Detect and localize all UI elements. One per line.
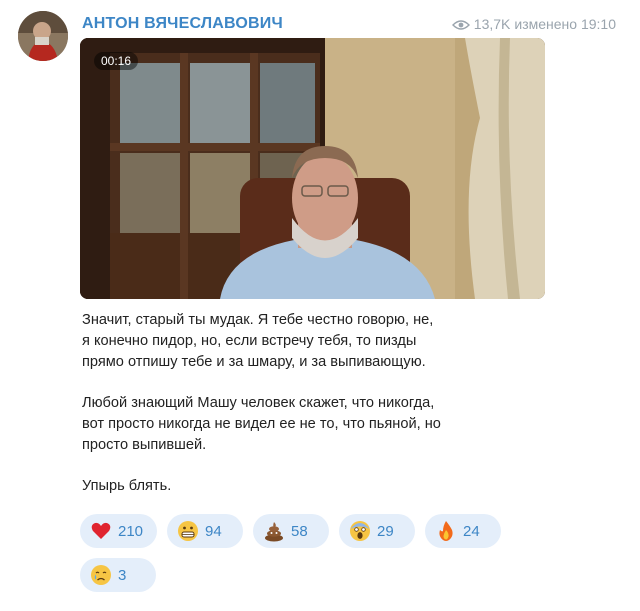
reaction-count: 29: [377, 522, 394, 540]
screaming-face-icon: [349, 520, 371, 542]
reaction-screaming[interactable]: 29: [339, 514, 416, 548]
fire-icon: [435, 520, 457, 542]
video-duration: 00:16: [94, 52, 139, 70]
reaction-count: 94: [205, 522, 222, 540]
channel-post: АНТОН ВЯЧЕСЛАВОВИЧ 13,7K изменено 19:10: [0, 0, 640, 611]
views-count: 13,7K: [473, 16, 511, 32]
author-name[interactable]: АНТОН ВЯЧЕСЛАВОВИЧ: [82, 15, 283, 33]
eye-icon: [451, 18, 470, 30]
avatar[interactable]: [18, 11, 68, 61]
reaction-fire[interactable]: 24: [425, 514, 502, 548]
reaction-count: 24: [463, 522, 480, 540]
poop-icon: [263, 520, 285, 542]
heart-icon: [90, 520, 112, 542]
video-player[interactable]: 00:16: [80, 38, 545, 299]
post-meta: 13,7K изменено 19:10: [451, 16, 616, 32]
reaction-heart[interactable]: 210: [80, 514, 158, 548]
grinning-face-icon: [177, 520, 199, 542]
reaction-count: 3: [118, 566, 127, 584]
message-bubble: АНТОН ВЯЧЕСЛАВОВИЧ 13,7K изменено 19:10: [72, 4, 628, 606]
reactions-bar: 210 94 58 29 24 3: [80, 514, 550, 592]
reaction-count: 58: [291, 522, 308, 540]
reaction-grinning[interactable]: 94: [167, 514, 244, 548]
paragraph: Любой знающий Машу человек скажет, что н…: [82, 395, 441, 453]
crying-face-icon: [90, 564, 112, 586]
paragraph: Упырь блять.: [82, 478, 172, 494]
reaction-poop[interactable]: 58: [253, 514, 330, 548]
reaction-crying[interactable]: 3: [80, 558, 156, 592]
edited-time: изменено 19:10: [514, 16, 616, 32]
paragraph: Значит, старый ты мудак. Я тебе честно г…: [82, 312, 434, 370]
post-text: Значит, старый ты мудак. Я тебе честно г…: [82, 310, 552, 517]
reaction-count: 210: [118, 522, 144, 540]
